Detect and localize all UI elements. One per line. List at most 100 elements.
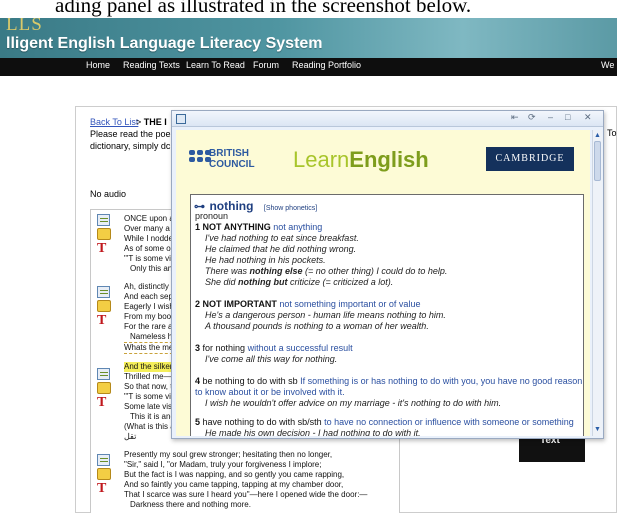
poem-line[interactable]: (What is this a — [124, 422, 176, 432]
british-council-text: BRITISH COUNCIL — [209, 148, 255, 170]
smiley-icon[interactable] — [97, 300, 111, 312]
nav-home[interactable]: Home — [86, 60, 110, 70]
show-phonetics-link[interactable]: [Show phonetics] — [264, 205, 317, 212]
poem-line[interactable]: "'T is some vis — [124, 254, 176, 264]
example: He's a dangerous person - human life mea… — [205, 310, 446, 320]
instruction-line: dictionary, simply dc — [90, 141, 171, 151]
page-top-text: ading panel as illustrated in the screen… — [0, 0, 617, 18]
nav-forum[interactable]: Forum — [253, 60, 279, 70]
sense-number: 2 — [195, 299, 201, 309]
sense-label: have nothing to do with sb/sth — [202, 417, 322, 427]
sense-number: 1 — [195, 222, 201, 232]
poem-line[interactable]: Over many a c — [124, 224, 176, 234]
poem-line[interactable]: And so faintly you came tapping, tapping… — [124, 480, 367, 490]
nav-welcome[interactable]: We — [601, 60, 614, 70]
poem-line[interactable]: Thrilled me—t — [124, 372, 176, 382]
example-bold: nothing but — [238, 277, 288, 287]
poem-line-translation[interactable]: تقل — [124, 432, 176, 442]
example: He claimed that he did nothing wrong. — [205, 244, 357, 254]
bc-line: BRITISH — [209, 148, 249, 159]
nav-learn-to-read[interactable]: Learn To Read — [186, 60, 245, 70]
breadcrumb-separator: > — [136, 117, 142, 127]
example: I've come all this way for nothing. — [205, 354, 338, 364]
english-text: English — [349, 147, 429, 172]
scroll-thumb[interactable] — [594, 141, 601, 181]
example: He had nothing in his pockets. — [205, 255, 326, 265]
poem-line[interactable]: So that now, t — [124, 382, 176, 392]
poem-line[interactable]: But the fact is I was napping, and so ge… — [124, 470, 367, 480]
dictionary-entry: ⊶ nothing [Show phonetics] pronoun 1 NOT… — [190, 194, 584, 436]
pin-icon[interactable]: ⇤ — [511, 112, 519, 123]
cambridge-logo: CAMBRIDGE — [486, 147, 574, 171]
poem-line[interactable]: This it is and — [124, 412, 176, 422]
sense: 5 have nothing to do with sb/sth to have… — [195, 417, 583, 436]
poem-line[interactable]: ONCE upon a — [124, 214, 176, 224]
notes-icon[interactable] — [97, 454, 110, 466]
stanza-lines: And the silken Thrilled me—t So that now… — [124, 362, 177, 442]
stanza-tools: T — [97, 214, 114, 256]
maximize-icon[interactable]: □ — [565, 112, 570, 122]
refresh-icon[interactable]: ⟳ — [528, 112, 536, 123]
notes-icon[interactable] — [97, 286, 110, 298]
stanza-lines: ONCE upon a Over many a c While I nodde … — [124, 214, 176, 274]
close-icon[interactable]: ✕ — [584, 112, 592, 123]
poem-line[interactable]: As of some or — [124, 244, 176, 254]
example-bold: nothing else — [249, 266, 303, 276]
translate-t-icon[interactable]: T — [97, 242, 114, 256]
popup-scrollbar[interactable]: ▲ ▼ — [592, 130, 602, 436]
translate-t-icon[interactable]: T — [97, 314, 114, 328]
translate-t-icon[interactable]: T — [97, 482, 114, 496]
smiley-icon[interactable] — [97, 228, 111, 240]
main-nav: Home Reading Texts Learn To Read Forum R… — [0, 58, 617, 76]
nav-reading-texts[interactable]: Reading Texts — [123, 60, 180, 70]
poem-line[interactable]: Some late visit — [124, 402, 176, 412]
poem-line[interactable]: Presently my soul grew stronger; hesitat… — [124, 450, 367, 460]
translate-t-icon[interactable]: T — [97, 396, 114, 410]
notes-icon[interactable] — [97, 214, 110, 226]
sense: 4 be nothing to do with sb If something … — [195, 376, 583, 409]
poem-line[interactable]: While I nodde — [124, 234, 176, 244]
example: I wish he wouldn't offer advice on my ma… — [205, 398, 502, 408]
back-to-list-link[interactable]: Back To List — [90, 117, 138, 127]
app-icon — [176, 114, 186, 124]
instruction-line: Please read the poe — [90, 129, 171, 139]
sense-definition: without a successful result — [247, 343, 353, 353]
example-part: (= no other thing) I could do to help. — [302, 266, 448, 276]
breadcrumb-title: THE I — [143, 117, 167, 127]
example-part: criticize (= criticized a lot). — [287, 277, 394, 287]
sense-definition: to have no connection or influence with … — [324, 417, 574, 427]
scroll-down-icon[interactable]: ▼ — [593, 425, 602, 434]
sense: 1 NOT ANYTHING not anything I've had not… — [195, 222, 583, 288]
smiley-icon[interactable] — [97, 382, 111, 394]
stanza-tools: T — [97, 368, 114, 410]
notes-icon[interactable] — [97, 368, 110, 380]
example: He made his own decision - I had nothing… — [205, 428, 421, 436]
sense-label: NOT IMPORTANT — [202, 299, 277, 309]
stanza-tools: T — [97, 454, 114, 496]
poem-line[interactable]: "Sir," said I, "or Madam, truly your for… — [124, 460, 367, 470]
dictionary-popup: ⇤ ⟳ – □ ✕ BRITISH COUNCIL LearnEnglish C… — [171, 110, 604, 439]
dictionary-content: BRITISH COUNCIL LearnEnglish CAMBRIDGE ⊶… — [176, 130, 590, 436]
example-part: She did — [205, 277, 239, 287]
site-subtitle: lligent English Language Literacy System — [6, 35, 323, 52]
poem-line[interactable]: That I scarce was sure I heard you"—here… — [124, 490, 367, 500]
example: I've had nothing to eat since breakfast. — [205, 233, 359, 243]
minimize-icon[interactable]: – — [548, 112, 553, 122]
poem-line-selected[interactable]: And the silken — [124, 362, 177, 372]
sense: 2 NOT IMPORTANT not something important … — [195, 299, 583, 332]
popup-titlebar[interactable]: ⇤ ⟳ – □ ✕ — [172, 111, 603, 127]
sense-label: for nothing — [202, 343, 246, 353]
poem-line[interactable]: "'T is some vis — [124, 392, 176, 402]
part-of-speech: pronoun — [195, 211, 229, 221]
learnenglish-logo: LearnEnglish — [293, 147, 429, 173]
sense-definition: not anything — [273, 222, 323, 232]
bc-line: COUNCIL — [209, 159, 255, 170]
nav-reading-portfolio[interactable]: Reading Portfolio — [292, 60, 361, 70]
poem-line[interactable]: Darkness there and nothing more. — [124, 500, 367, 510]
scroll-up-icon[interactable]: ▲ — [593, 131, 602, 140]
sense-number: 5 — [195, 417, 201, 427]
smiley-icon[interactable] — [97, 468, 111, 480]
poem-line[interactable]: Only this an — [124, 264, 176, 274]
sense-label: NOT ANYTHING — [202, 222, 271, 232]
stanza-tools: T — [97, 286, 114, 328]
